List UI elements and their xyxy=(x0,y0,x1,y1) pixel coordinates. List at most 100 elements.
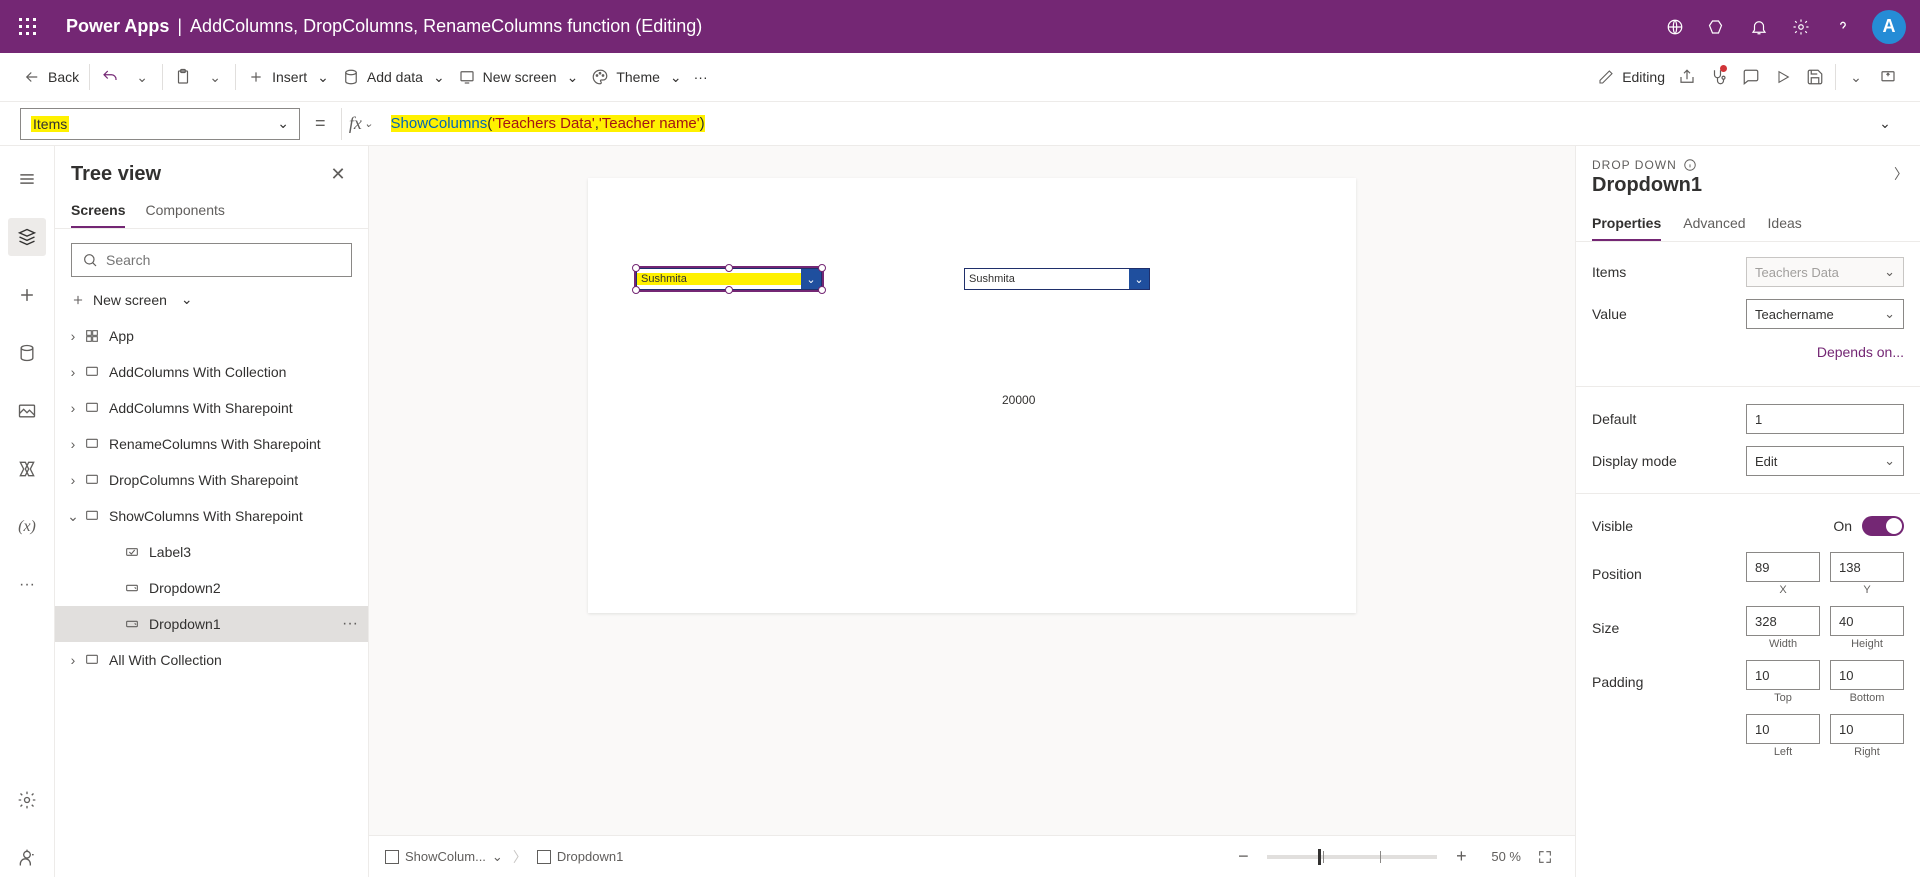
tree-item-showcolumns-with-sharepoint[interactable]: ⌄ShowColumns With Sharepoint··· xyxy=(55,498,368,534)
left-rail-settings-icon[interactable] xyxy=(8,781,46,819)
design-stage[interactable]: Sushmita ⌄ Sushmita ⌄ 20000 xyxy=(588,178,1356,613)
zoom-slider[interactable] xyxy=(1267,855,1437,859)
tree-item-label: DropColumns With Sharepoint xyxy=(109,472,342,488)
screens-tab[interactable]: Screens xyxy=(71,194,125,228)
paste-dropdown[interactable]: ⌄ xyxy=(199,59,231,95)
label3-control[interactable]: 20000 xyxy=(1002,393,1035,407)
chevron-icon[interactable]: › xyxy=(63,328,83,344)
comments-button[interactable] xyxy=(1735,59,1767,95)
visible-toggle[interactable] xyxy=(1862,516,1904,536)
fx-button[interactable]: fx⌄ xyxy=(341,108,381,140)
hamburger-icon[interactable] xyxy=(8,160,46,198)
tree-item-addcolumns-with-sharepoint[interactable]: ›AddColumns With Sharepoint··· xyxy=(55,390,368,426)
back-button[interactable]: Back xyxy=(16,59,85,95)
copilot-icon[interactable] xyxy=(1696,7,1738,47)
paste-button[interactable] xyxy=(167,59,199,95)
info-icon[interactable] xyxy=(1683,158,1697,172)
power-automate-icon[interactable] xyxy=(8,450,46,488)
preview-button[interactable] xyxy=(1767,59,1799,95)
fit-to-screen-button[interactable] xyxy=(1531,843,1559,871)
insert-button[interactable]: Insert ⌄ xyxy=(240,59,335,95)
notifications-icon[interactable] xyxy=(1738,7,1780,47)
expand-formula-bar-button[interactable]: ⌄ xyxy=(1870,115,1900,132)
tree-item-label: Dropdown1 xyxy=(149,616,342,632)
depends-on-link[interactable]: Depends on... xyxy=(1592,340,1904,370)
chevron-icon[interactable]: › xyxy=(63,652,83,668)
equals-icon: = xyxy=(310,113,331,134)
tree-item-label3[interactable]: Label3··· xyxy=(55,534,368,570)
more-tools-icon[interactable]: ··· xyxy=(8,566,46,604)
default-prop-input[interactable]: 1 xyxy=(1746,404,1904,434)
plus-icon xyxy=(246,67,266,87)
more-commands-button[interactable]: ··· xyxy=(688,59,714,95)
app-checker-button[interactable] xyxy=(1703,59,1735,95)
size-height-input[interactable]: 40 xyxy=(1830,606,1904,636)
tree-item-app[interactable]: ›App··· xyxy=(55,318,368,354)
chevron-icon[interactable]: › xyxy=(63,364,83,380)
items-prop-select[interactable]: Teachers Data⌄ xyxy=(1746,257,1904,287)
padding-right-input[interactable]: 10 xyxy=(1830,714,1904,744)
tree-item-renamecolumns-with-sharepoint[interactable]: ›RenameColumns With Sharepoint··· xyxy=(55,426,368,462)
undo-dropdown[interactable]: ⌄ xyxy=(126,59,158,95)
zoom-out-button[interactable]: − xyxy=(1229,843,1257,871)
properties-panel: DROP DOWN Dropdown1 〉 Properties Advance… xyxy=(1575,146,1920,877)
tree-search-input[interactable] xyxy=(71,243,352,277)
chevron-icon[interactable]: › xyxy=(63,436,83,452)
tree-item-all-with-collection[interactable]: ›All With Collection··· xyxy=(55,642,368,678)
editing-mode-button[interactable]: Editing xyxy=(1590,59,1671,95)
position-y-input[interactable]: 138 xyxy=(1830,552,1904,582)
chevron-icon[interactable]: › xyxy=(63,472,83,488)
user-avatar[interactable]: A xyxy=(1872,10,1906,44)
position-x-input[interactable]: 89 xyxy=(1746,552,1820,582)
tree-item-dropdown1[interactable]: Dropdown1··· xyxy=(55,606,368,642)
new-screen-button[interactable]: New screen ⌄ xyxy=(451,59,585,95)
publish-button[interactable] xyxy=(1872,59,1904,95)
virtual-agent-icon[interactable] xyxy=(8,839,46,877)
close-panel-button[interactable]: ✕ xyxy=(324,160,352,188)
display-mode-select[interactable]: Edit⌄ xyxy=(1746,446,1904,476)
tree-item-addcolumns-with-collection[interactable]: ›AddColumns With Collection··· xyxy=(55,354,368,390)
padding-top-input[interactable]: 10 xyxy=(1746,660,1820,690)
undo-button[interactable] xyxy=(94,59,126,95)
save-button[interactable] xyxy=(1799,59,1831,95)
value-prop-select[interactable]: Teachername⌄ xyxy=(1746,299,1904,329)
collapse-panel-button[interactable]: 〉 xyxy=(1894,164,1908,184)
tree-item-dropcolumns-with-sharepoint[interactable]: ›DropColumns With Sharepoint··· xyxy=(55,462,368,498)
properties-tab[interactable]: Properties xyxy=(1592,207,1661,241)
back-arrow-icon xyxy=(22,67,42,87)
ideas-tab[interactable]: Ideas xyxy=(1768,207,1802,241)
dropdown2-control[interactable]: Sushmita ⌄ xyxy=(964,268,1150,290)
formula-input[interactable]: ShowColumns('Teachers Data','Teacher nam… xyxy=(391,108,1860,140)
advanced-tab[interactable]: Advanced xyxy=(1683,207,1745,241)
components-tab[interactable]: Components xyxy=(145,194,224,228)
padding-bottom-input[interactable]: 10 xyxy=(1830,660,1904,690)
media-icon[interactable] xyxy=(8,392,46,430)
palette-icon xyxy=(590,67,610,87)
padding-left-input[interactable]: 10 xyxy=(1746,714,1820,744)
zoom-in-button[interactable]: + xyxy=(1447,843,1475,871)
theme-button[interactable]: Theme ⌄ xyxy=(584,59,687,95)
save-dropdown[interactable]: ⌄ xyxy=(1840,59,1872,95)
new-screen-button[interactable]: New screen ⌄ xyxy=(55,281,368,318)
dropdown1-control[interactable]: Sushmita ⌄ xyxy=(636,268,822,290)
tree-item-menu-button[interactable]: ··· xyxy=(342,615,358,633)
breadcrumb-screen[interactable]: ShowColum... ⌄ xyxy=(385,849,503,865)
share-button[interactable] xyxy=(1671,59,1703,95)
control-name[interactable]: Dropdown1 xyxy=(1592,174,1904,197)
app-launcher-icon[interactable] xyxy=(14,13,42,41)
environment-icon[interactable] xyxy=(1654,7,1696,47)
tree-view-icon[interactable] xyxy=(8,218,46,256)
insert-icon[interactable] xyxy=(8,276,46,314)
data-icon[interactable] xyxy=(8,334,46,372)
add-data-button[interactable]: Add data ⌄ xyxy=(335,59,451,95)
breadcrumb-control[interactable]: Dropdown1 xyxy=(537,849,624,864)
variables-icon[interactable]: (x) xyxy=(8,508,46,546)
help-icon[interactable] xyxy=(1822,7,1864,47)
property-selector[interactable]: Items ⌄ xyxy=(20,108,300,140)
chevron-down-icon: ⌄ xyxy=(492,849,503,865)
size-width-input[interactable]: 328 xyxy=(1746,606,1820,636)
settings-icon[interactable] xyxy=(1780,7,1822,47)
chevron-icon[interactable]: ⌄ xyxy=(63,508,83,525)
tree-item-dropdown2[interactable]: Dropdown2··· xyxy=(55,570,368,606)
chevron-icon[interactable]: › xyxy=(63,400,83,416)
